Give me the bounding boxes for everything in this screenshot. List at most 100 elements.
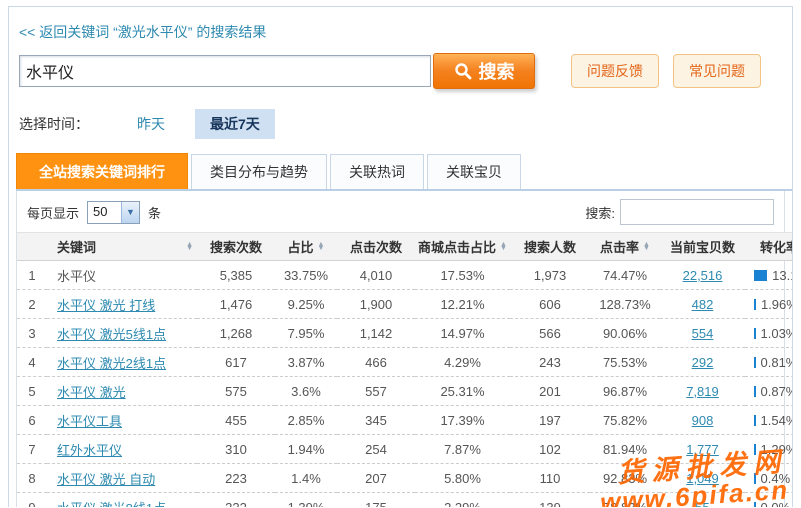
column-label: 点击次数 (350, 237, 402, 256)
column-header-6[interactable]: 点击率▲▼ (590, 233, 660, 261)
clicks-cell: 1,142 (337, 319, 415, 348)
keyword-link[interactable]: 水平仪工具 (57, 414, 122, 429)
rank-cell: 8 (17, 464, 47, 493)
column-header-4[interactable]: 商城点击占比▲▼ (415, 233, 510, 261)
rank-cell: 4 (17, 348, 47, 377)
time-option-last7days[interactable]: 最近7天 (195, 109, 275, 139)
tab-2[interactable]: 关联热词 (330, 154, 424, 189)
conversion-cell: 1.54% (745, 406, 793, 435)
conversion-cell: 0.4% (745, 464, 793, 493)
item-count-cell: 7,819 (660, 377, 745, 406)
search-button[interactable]: 搜索 (433, 53, 535, 89)
table-row: 1水平仪5,38533.75%4,01017.53%1,97374.47%22,… (17, 261, 793, 290)
searchers-cell: 606 (510, 290, 590, 319)
conversion-cell: 1.96% (745, 290, 793, 319)
item-count-link[interactable]: 908 (692, 413, 714, 428)
clicks-cell: 175 (337, 493, 415, 508)
column-header-1: 搜索次数 (197, 233, 275, 261)
table-search: 搜索: (585, 199, 774, 225)
rank-cell: 7 (17, 435, 47, 464)
column-label: 搜索人数 (524, 237, 576, 256)
column-header-2[interactable]: 占比▲▼ (275, 233, 337, 261)
table-body: 1水平仪5,38533.75%4,01017.53%1,97374.47%22,… (17, 261, 793, 508)
clicks-cell: 207 (337, 464, 415, 493)
table-row: 8水平仪 激光 自动2231.4%2075.80%11092.83%1,0490… (17, 464, 793, 493)
time-filter: 选择时间： 昨天 最近7天 (19, 111, 792, 137)
tab-1[interactable]: 类目分布与趋势 (191, 154, 327, 189)
keyword-link[interactable]: 水平仪 激光5线1点 (57, 327, 166, 342)
conversion-bar (754, 357, 756, 368)
keyword-link[interactable]: 水平仪 激光 自动 (57, 472, 155, 487)
column-header-inner: 关键词▲▼ (47, 237, 197, 256)
item-count-link[interactable]: 22,516 (683, 268, 723, 283)
table-search-label: 搜索: (585, 203, 615, 222)
ctr-cell: 75.53% (590, 348, 660, 377)
sort-icon[interactable]: ▲▼ (643, 243, 650, 251)
conversion-value: 0.4% (761, 471, 791, 486)
table-search-input[interactable] (620, 199, 774, 225)
searchers-cell: 102 (510, 435, 590, 464)
searchers-cell: 1,973 (510, 261, 590, 290)
item-count-link[interactable]: 482 (692, 297, 714, 312)
share-cell: 33.75% (275, 261, 337, 290)
search-count-cell: 310 (197, 435, 275, 464)
keyword-link[interactable]: 红外水平仪 (57, 443, 122, 458)
share-cell: 7.95% (275, 319, 337, 348)
column-header-8[interactable]: 转化率▲▼ (745, 233, 793, 261)
faq-button[interactable]: 常见问题 (673, 54, 761, 88)
rank-cell: 5 (17, 377, 47, 406)
keyword-cell: 水平仪 激光 自动 (47, 464, 197, 493)
time-option-yesterday[interactable]: 昨天 (137, 114, 165, 134)
keyword-search-input[interactable] (19, 55, 431, 87)
mall-click-share-cell: 17.39% (415, 406, 510, 435)
conversion-value: 1.54% (761, 413, 793, 428)
search-count-cell: 5,385 (197, 261, 275, 290)
conversion-cell: 0.81% (745, 348, 793, 377)
conversion-value: 0.0% (761, 500, 791, 508)
conversion-value: 13.15% (772, 268, 793, 283)
item-count-link[interactable]: 554 (692, 326, 714, 341)
tab-0[interactable]: 全站搜索关键词排行 (16, 153, 188, 189)
chevron-down-icon[interactable]: ▼ (121, 202, 139, 223)
back-to-keyword-link[interactable]: << 返回关键词 “激光水平仪” 的搜索结果 (19, 22, 266, 42)
share-cell: 1.4% (275, 464, 337, 493)
sort-down-icon: ▼ (500, 247, 507, 251)
rank-cell: 3 (17, 319, 47, 348)
search-count-cell: 455 (197, 406, 275, 435)
keyword-cell: 水平仪 激光5线1点 (47, 319, 197, 348)
table-header-row: 关键词▲▼搜索次数占比▲▼点击次数商城点击占比▲▼搜索人数点击率▲▼当前宝贝数转… (17, 233, 793, 261)
column-header-0[interactable]: 关键词▲▼ (47, 233, 197, 261)
item-count-cell: 22,516 (660, 261, 745, 290)
tab-3[interactable]: 关联宝贝 (427, 154, 521, 189)
keyword-link[interactable]: 水平仪 激光 打线 (57, 298, 155, 313)
conversion-cell: 13.15% (745, 261, 793, 290)
column-header-inner: 搜索次数 (197, 237, 275, 256)
keyword-link[interactable]: 水平仪 激光 (57, 385, 126, 400)
keyword-cell: 水平仪 激光 打线 (47, 290, 197, 319)
sort-icon[interactable]: ▲▼ (500, 243, 507, 251)
item-count-link[interactable]: 7,819 (686, 384, 719, 399)
tab-bar: 全站搜索关键词排行类目分布与趋势关联热词关联宝贝 (16, 153, 792, 191)
conversion-bar (754, 444, 756, 455)
sort-down-icon: ▼ (318, 247, 325, 251)
keyword-table: 关键词▲▼搜索次数占比▲▼点击次数商城点击占比▲▼搜索人数点击率▲▼当前宝贝数转… (17, 232, 793, 507)
table-row: 5水平仪 激光5753.6%55725.31%20196.87%7,8190.8… (17, 377, 793, 406)
share-cell: 3.87% (275, 348, 337, 377)
per-page-select[interactable]: 50 ▼ (87, 201, 140, 224)
sort-icon[interactable]: ▲▼ (318, 243, 325, 251)
table-row: 7红外水平仪3101.94%2547.87%10281.94%1,7771.29… (17, 435, 793, 464)
item-count-link[interactable]: 55 (695, 500, 709, 508)
item-count-link[interactable]: 292 (692, 355, 714, 370)
mall-click-share-cell: 17.53% (415, 261, 510, 290)
keyword-link[interactable]: 水平仪 激光2线1点 (57, 356, 166, 371)
feedback-button[interactable]: 问题反馈 (571, 54, 659, 88)
sort-icon[interactable]: ▲▼ (186, 243, 193, 251)
keyword-link[interactable]: 水平仪 激光8线1点 (57, 501, 166, 508)
item-count-link[interactable]: 1,777 (686, 442, 719, 457)
clicks-cell: 466 (337, 348, 415, 377)
content-panel: 每页显示 50 ▼ 条 搜索: 关键词▲▼搜索次数占比▲▼点击次数商城点击占比▲… (16, 191, 785, 507)
item-count-link[interactable]: 1,049 (686, 471, 719, 486)
conversion-bar (754, 270, 767, 281)
table-row: 6水平仪工具4552.85%34517.39%19775.82%9081.54%… (17, 406, 793, 435)
search-count-cell: 1,268 (197, 319, 275, 348)
